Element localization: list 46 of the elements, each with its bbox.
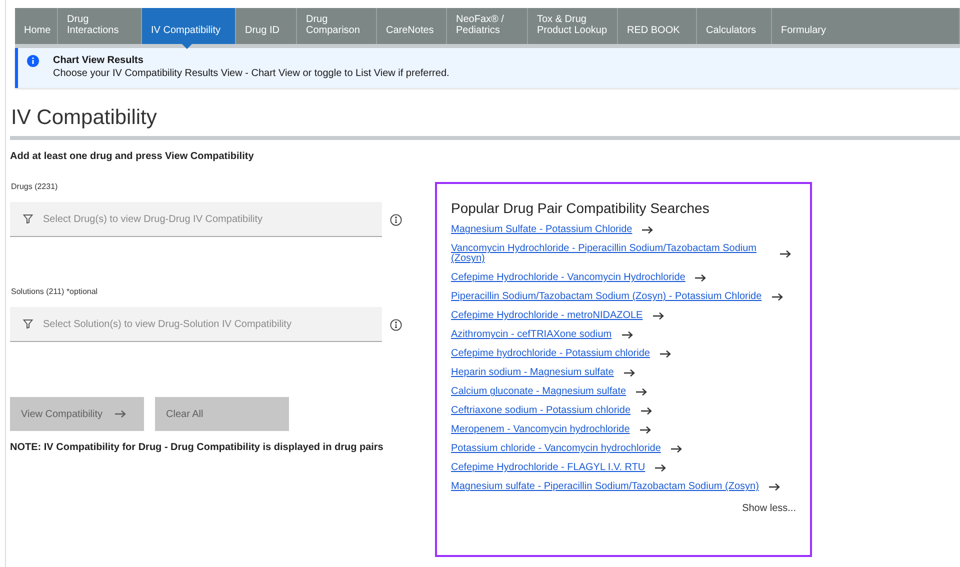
drug-pair-link[interactable]: Vancomycin Hydrochloride - Piperacillin Sodium/Tazobactam Sodium (Zosyn) (451, 244, 766, 264)
info-icon[interactable] (390, 318, 402, 330)
arrow-right-icon (670, 445, 682, 453)
nav-tab[interactable]: IV Compatibility (142, 8, 236, 44)
drug-pair-link[interactable]: Cefepime Hydrochloride - metroNIDAZOLE (451, 311, 643, 321)
arrow-right-icon (640, 426, 651, 434)
drug-pair-link[interactable]: Ceftriaxone sodium - Potassium chloride (451, 406, 631, 416)
field-label: Drugs (2231) (11, 181, 59, 193)
drug-pair-link[interactable]: Cefepime Hydrochloride - Vancomycin Hydrochloride (451, 273, 686, 283)
banner-message: Choose your IV Compatibility Results View - Chart View or toggle to List View if preferred. (53, 67, 450, 80)
drug-pair-link[interactable]: Heparin sodium - Magnesium sulfate (451, 368, 614, 378)
arrow-right-icon (622, 331, 633, 339)
arrow-right-icon (636, 388, 648, 396)
drug-pair-link[interactable]: Magnesium sulfate - Piperacillin Sodium/Tazobactam Sodium (Zosyn) (451, 482, 759, 492)
note-text: NOTE: IV Compatibility for Drug - Drug Compatibility is displayed in drug pairs (10, 441, 384, 455)
show-less-link[interactable]: Show less... (742, 501, 796, 516)
drug-pair-link[interactable]: Calcium gluconate - Magnesium sulfate (451, 387, 626, 397)
arrow-right-icon (114, 410, 126, 418)
arrow-right-icon (660, 350, 671, 358)
card-title: Popular Drug Pair Compatibility Searches (451, 199, 710, 218)
drug-pair-link[interactable]: Cefepime hydrochloride - Potassium chloride (451, 349, 650, 359)
arrow-right-icon (640, 407, 652, 415)
filter-icon (23, 319, 33, 329)
select-field[interactable]: Select Solution(s) to view Drug-Solution IV Compatibility (10, 307, 382, 342)
drug-pair-link[interactable]: Potassium chloride - Vancomycin hydrochloride (451, 444, 661, 454)
arrow-right-icon (642, 226, 654, 234)
arrow-right-icon (780, 250, 791, 258)
drug-pair-link[interactable]: Azithromycin - cefTRIAXone sodium (451, 330, 612, 340)
info-icon (27, 55, 39, 67)
page-title: IV Compatibility (11, 105, 158, 131)
info-icon[interactable] (390, 214, 402, 226)
instruction-text: Add at least one drug and press View Compatibility (10, 150, 255, 164)
field-label: Solutions (211) *optional (11, 286, 99, 298)
drug-pair-link[interactable]: Cefepime Hydrochloride - FLAGYL I.V. RTU (451, 463, 646, 473)
arrow-right-icon (695, 274, 706, 282)
drug-pair-link[interactable]: Meropenem - Vancomycin hydrochloride (451, 425, 630, 435)
drug-pair-link[interactable]: Magnesium Sulfate - Potassium Chloride (451, 225, 632, 235)
arrow-right-icon (624, 369, 635, 377)
banner-title: Chart View Results (53, 54, 144, 67)
arrow-right-icon (652, 312, 664, 320)
arrow-right-icon (655, 464, 666, 472)
arrow-right-icon (768, 483, 780, 491)
filter-icon (23, 214, 33, 224)
drug-pair-link[interactable]: Piperacillin Sodium/Tazobactam Sodium (Zosyn) - Potassium Chloride (451, 292, 762, 302)
select-field[interactable]: Select Drug(s) to view Drug-Drug IV Compatibility (10, 202, 382, 237)
arrow-right-icon (772, 293, 783, 301)
